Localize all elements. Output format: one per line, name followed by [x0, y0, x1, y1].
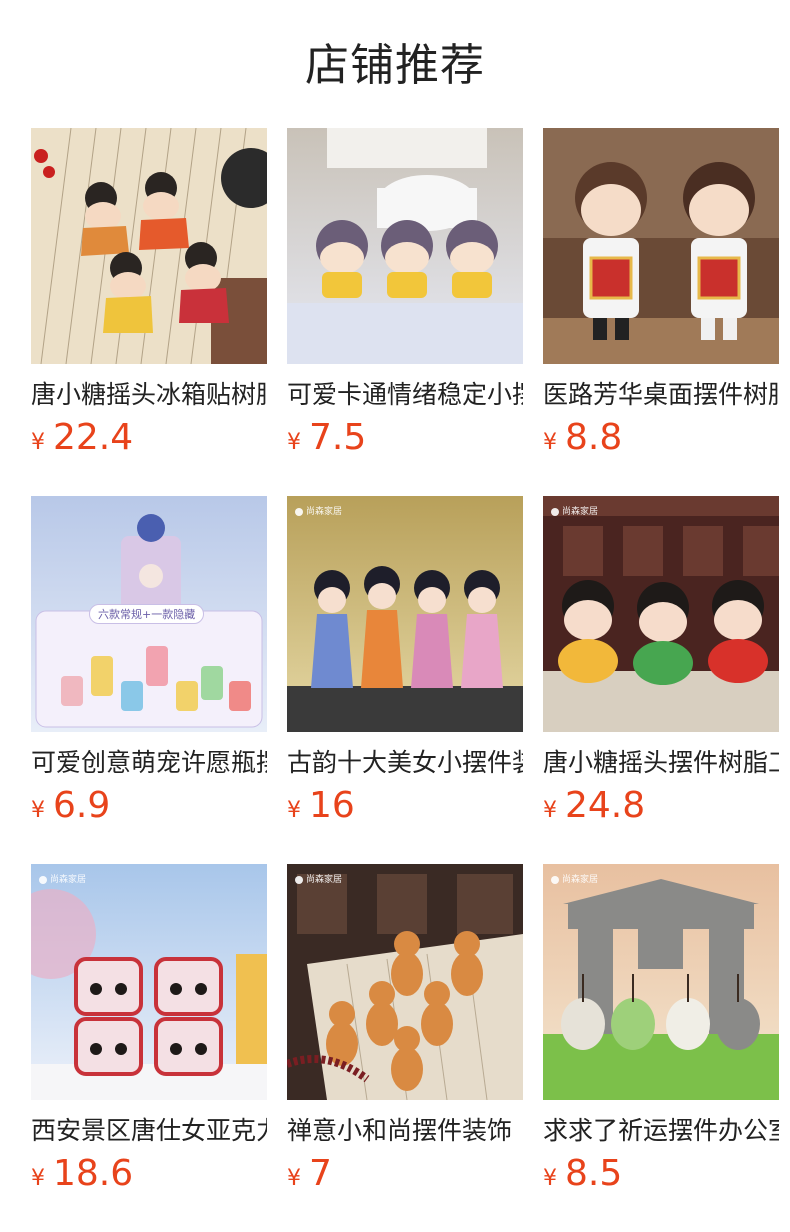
- price-value: 16: [309, 785, 355, 826]
- price-value: 7.5: [309, 417, 367, 458]
- product-image[interactable]: 尚森家居: [31, 864, 267, 1100]
- brand-watermark: 尚森家居: [295, 872, 342, 885]
- product-price: ¥7: [287, 1154, 523, 1194]
- product-card[interactable]: 唐小糖摇头冰箱贴树脂 ¥22.4: [31, 128, 267, 496]
- product-card[interactable]: 尚森家居 古韵十大美女小摆件装饰 ¥16: [287, 496, 523, 864]
- currency-symbol: ¥: [31, 798, 45, 823]
- product-card[interactable]: 医路芳华桌面摆件树脂 ¥8.8: [543, 128, 779, 496]
- product-card[interactable]: 尚森家居 禅意小和尚摆件装饰 ¥7: [287, 864, 523, 1232]
- product-name[interactable]: 唐小糖摇头冰箱贴树脂: [31, 378, 267, 412]
- product-price: ¥16: [287, 786, 523, 826]
- product-name[interactable]: 可爱卡通情绪稳定小摆件: [287, 378, 523, 412]
- product-card[interactable]: 可爱卡通情绪稳定小摆件 ¥7.5: [287, 128, 523, 496]
- product-price: ¥22.4: [31, 418, 267, 458]
- product-price: ¥8.5: [543, 1154, 779, 1194]
- page-title: 店铺推荐: [305, 40, 485, 91]
- product-name[interactable]: 禅意小和尚摆件装饰: [287, 1114, 523, 1148]
- product-name[interactable]: 求求了祈运摆件办公室: [543, 1114, 779, 1148]
- price-value: 8.8: [565, 417, 623, 458]
- currency-symbol: ¥: [287, 798, 301, 823]
- product-image[interactable]: 六款常规+一款隐藏: [31, 496, 267, 732]
- product-name[interactable]: 医路芳华桌面摆件树脂: [543, 378, 779, 412]
- product-price: ¥24.8: [543, 786, 779, 826]
- product-card[interactable]: 尚森家居 西安景区唐仕女亚克力摆件 ¥18.6: [31, 864, 267, 1232]
- product-image[interactable]: [543, 128, 779, 364]
- product-image[interactable]: [287, 128, 523, 364]
- product-name[interactable]: 唐小糖摇头摆件树脂工艺: [543, 746, 779, 780]
- product-name[interactable]: 西安景区唐仕女亚克力摆件: [31, 1114, 267, 1148]
- product-price: ¥7.5: [287, 418, 523, 458]
- currency-symbol: ¥: [287, 1166, 301, 1191]
- product-card[interactable]: 尚森家居 求求了祈运摆件办公室 ¥8.5: [543, 864, 779, 1232]
- brand-watermark: 尚森家居: [551, 504, 598, 517]
- brand-watermark: 尚森家居: [39, 872, 86, 885]
- currency-symbol: ¥: [543, 430, 557, 455]
- price-value: 6.9: [53, 785, 111, 826]
- brand-watermark: 尚森家居: [295, 504, 342, 517]
- price-value: 24.8: [565, 785, 646, 826]
- product-card[interactable]: 尚森家居 唐小糖摇头摆件树脂工艺 ¥24.8: [543, 496, 779, 864]
- product-image[interactable]: 尚森家居: [287, 496, 523, 732]
- currency-symbol: ¥: [287, 430, 301, 455]
- product-inset-label: 六款常规+一款隐藏: [89, 604, 205, 624]
- product-grid: 唐小糖摇头冰箱贴树脂 ¥22.4 可爱卡通情绪稳定小 ¥ 7.5 医路芳华桌面摆…: [31, 128, 779, 1232]
- price-value: 22.4: [53, 417, 134, 458]
- product-price: ¥8.8: [543, 418, 779, 458]
- product-price: ¥18.6: [31, 1154, 267, 1194]
- product-name[interactable]: 可爱创意萌宠许愿瓶摆件: [31, 746, 267, 780]
- currency-symbol: ¥: [543, 1166, 557, 1191]
- product-image[interactable]: 尚森家居: [543, 496, 779, 732]
- product-card[interactable]: 六款常规+一款隐藏 可爱创意萌宠许愿瓶摆件 ¥6.9: [31, 496, 267, 864]
- price-value: 18.6: [53, 1153, 134, 1194]
- product-name[interactable]: 古韵十大美女小摆件装饰: [287, 746, 523, 780]
- price-value: 8.5: [565, 1153, 623, 1194]
- currency-symbol: ¥: [31, 430, 45, 455]
- currency-symbol: ¥: [31, 1166, 45, 1191]
- price-value: 7: [309, 1153, 332, 1194]
- product-image[interactable]: 尚森家居: [287, 864, 523, 1100]
- product-image[interactable]: 尚森家居: [543, 864, 779, 1100]
- currency-symbol: ¥: [543, 798, 557, 823]
- product-image[interactable]: [31, 128, 267, 364]
- brand-watermark: 尚森家居: [551, 872, 598, 885]
- product-price: ¥6.9: [31, 786, 267, 826]
